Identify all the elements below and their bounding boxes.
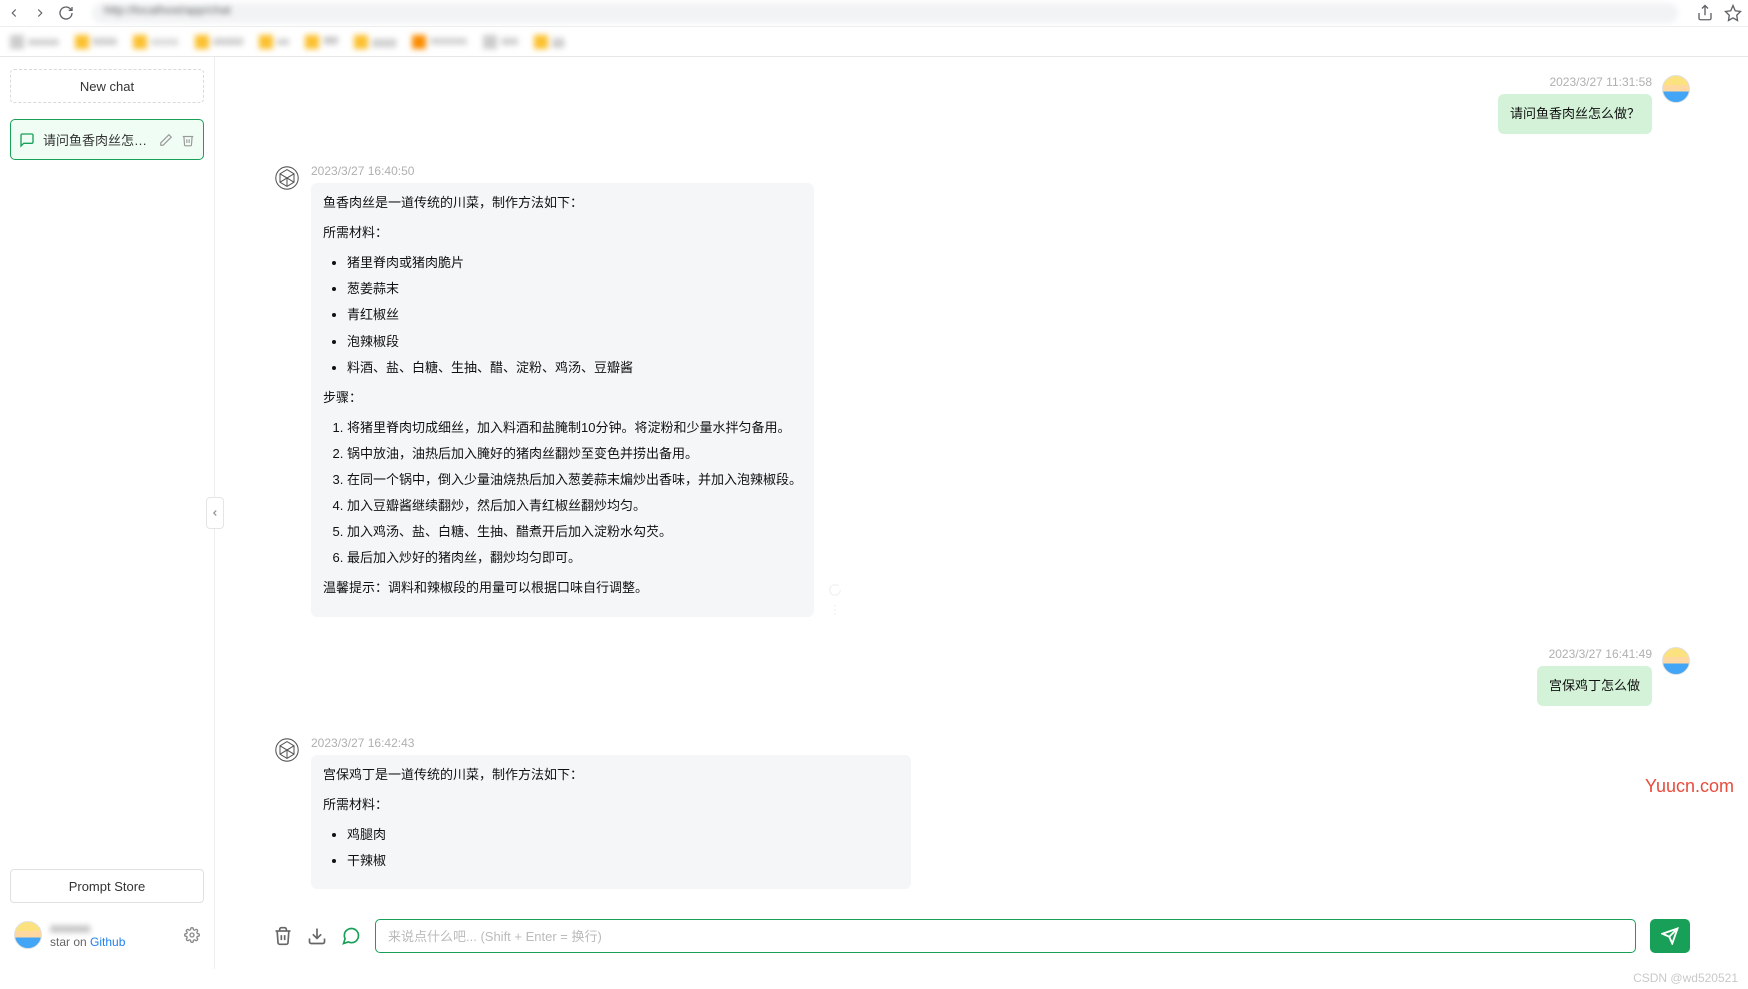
bookmark-item[interactable]: ee xyxy=(255,32,293,52)
list-item: 将猪里脊肉切成细丝，加入料酒和盐腌制10分钟。将淀粉和少量水拌匀备用。 xyxy=(347,417,802,439)
footer xyxy=(0,969,1748,989)
list-item: 葱姜蒜末 xyxy=(347,278,802,300)
message-time: 2023/3/27 16:40:50 xyxy=(311,164,814,178)
materials-heading: 所需材料： xyxy=(323,794,899,816)
message-time: 2023/3/27 11:31:58 xyxy=(1549,75,1652,89)
chat-input[interactable] xyxy=(375,919,1636,953)
materials-list: 猪里脊肉或猪肉脆片 葱姜蒜末 青红椒丝 泡辣椒段 料酒、盐、白糖、生抽、醋、淀粉… xyxy=(323,252,802,378)
url-bar[interactable]: http://localhost/app/chat xyxy=(92,3,1678,23)
user-avatar xyxy=(1662,75,1690,103)
input-bar xyxy=(215,909,1748,969)
message-bubble: 宫保鸡丁怎么做 xyxy=(1537,666,1652,706)
list-item: 干辣椒 xyxy=(347,850,899,872)
message-icon xyxy=(19,132,35,148)
message-time: 2023/3/27 16:41:49 xyxy=(1549,647,1652,661)
bookmark-item[interactable]: bbbb xyxy=(71,32,121,52)
tip-text: 温馨提示：调料和辣椒段的用量可以根据口味自行调整。 xyxy=(323,577,802,599)
assistant-avatar xyxy=(273,164,301,192)
materials-heading: 所需材料： xyxy=(323,222,802,244)
list-item: 青红椒丝 xyxy=(347,304,802,326)
chat-list: 请问鱼香肉丝怎么... xyxy=(10,119,204,160)
bookmark-item[interactable]: iiiiiii xyxy=(479,32,522,52)
more-icon[interactable] xyxy=(828,603,842,617)
chat-main: 2023/3/27 11:31:58 请问鱼香肉丝怎么做？ 2023/3/27 … xyxy=(215,57,1748,969)
list-item: 锅中放油，油热后加入腌好的猪肉丝翻炒至变色并捞出备用。 xyxy=(347,443,802,465)
chat-list-item[interactable]: 请问鱼香肉丝怎么... xyxy=(10,119,204,160)
bookmark-item[interactable]: ddddd xyxy=(191,32,248,52)
bookmarks-bar: aaaaa bbbb ccccc ddddd ee fffff gggg hhh… xyxy=(0,27,1748,57)
message-bubble: 宫保鸡丁是一道传统的川菜，制作方法如下： 所需材料： 鸡腿肉 干辣椒 xyxy=(311,755,911,889)
list-item: 最后加入炒好的猪肉丝，翻炒均匀即可。 xyxy=(347,547,802,569)
bookmark-item[interactable]: hhhhhh xyxy=(408,32,471,52)
new-chat-button[interactable]: New chat xyxy=(10,69,204,103)
message-row: 2023/3/27 16:41:49 宫保鸡丁怎么做 xyxy=(273,647,1690,706)
back-button[interactable] xyxy=(6,5,22,21)
refresh-icon[interactable] xyxy=(828,583,842,597)
list-item: 加入鸡汤、盐、白糖、生抽、醋煮开后加入淀粉水勾芡。 xyxy=(347,521,802,543)
send-button[interactable] xyxy=(1650,919,1690,953)
github-link[interactable]: Github xyxy=(90,935,125,949)
list-item: 猪里脊肉或猪肉脆片 xyxy=(347,252,802,274)
sidebar: New chat 请问鱼香肉丝怎么... Prompt Store xyxy=(0,57,215,969)
bookmark-item[interactable]: fffff xyxy=(301,32,342,52)
message-row: 2023/3/27 11:31:58 请问鱼香肉丝怎么做？ xyxy=(273,75,1690,134)
user-row: aaaaaa star on Github xyxy=(10,913,204,957)
bookmark-item[interactable]: gggg xyxy=(350,32,400,52)
gear-icon[interactable] xyxy=(184,927,200,943)
message-bubble: 请问鱼香肉丝怎么做？ xyxy=(1498,94,1652,134)
intro-text: 宫保鸡丁是一道传统的川菜，制作方法如下： xyxy=(323,764,899,786)
edit-icon[interactable] xyxy=(159,133,173,147)
star-icon[interactable] xyxy=(1724,4,1742,22)
materials-list: 鸡腿肉 干辣椒 xyxy=(323,824,899,872)
message-actions xyxy=(828,583,842,617)
browser-nav-bar: http://localhost/app/chat xyxy=(0,0,1748,27)
steps-heading: 步骤： xyxy=(323,387,802,409)
list-item: 料酒、盐、白糖、生抽、醋、淀粉、鸡汤、豆瓣酱 xyxy=(347,357,802,379)
message-row: 2023/3/27 16:42:43 宫保鸡丁是一道传统的川菜，制作方法如下： … xyxy=(273,736,1690,889)
chat-item-title: 请问鱼香肉丝怎么... xyxy=(43,130,151,149)
list-item: 泡辣椒段 xyxy=(347,331,802,353)
assistant-avatar xyxy=(273,736,301,764)
bookmark-item[interactable]: aaaaa xyxy=(6,32,63,52)
message-row: 2023/3/27 16:40:50 鱼香肉丝是一道传统的川菜，制作方法如下： … xyxy=(273,164,1690,616)
context-icon[interactable] xyxy=(341,926,361,946)
user-avatar xyxy=(1662,647,1690,675)
list-item: 加入豆瓣酱继续翻炒，然后加入青红椒丝翻炒均匀。 xyxy=(347,495,802,517)
app: New chat 请问鱼香肉丝怎么... Prompt Store xyxy=(0,57,1748,969)
prompt-store-button[interactable]: Prompt Store xyxy=(10,869,204,903)
reload-button[interactable] xyxy=(58,5,74,21)
bookmark-item[interactable]: jjjjj xyxy=(530,32,568,52)
message-bubble: 鱼香肉丝是一道传统的川菜，制作方法如下： 所需材料： 猪里脊肉或猪肉脆片 葱姜蒜… xyxy=(311,183,814,616)
user-avatar xyxy=(14,921,42,949)
forward-button[interactable] xyxy=(32,5,48,21)
list-item: 在同一个锅中，倒入少量油烧热后加入葱姜蒜末煸炒出香味，并加入泡辣椒段。 xyxy=(347,469,802,491)
intro-text: 鱼香肉丝是一道传统的川菜，制作方法如下： xyxy=(323,192,802,214)
sidebar-collapse-button[interactable] xyxy=(206,497,224,529)
trash-icon[interactable] xyxy=(181,133,195,147)
github-star-text: aaaaaa star on Github xyxy=(50,921,176,949)
message-time: 2023/3/27 16:42:43 xyxy=(311,736,911,750)
download-icon[interactable] xyxy=(307,926,327,946)
steps-list: 将猪里脊肉切成细丝，加入料酒和盐腌制10分钟。将淀粉和少量水拌匀备用。 锅中放油… xyxy=(323,417,802,570)
trash-icon[interactable] xyxy=(273,926,293,946)
list-item: 鸡腿肉 xyxy=(347,824,899,846)
bookmark-item[interactable]: ccccc xyxy=(129,32,183,52)
share-icon[interactable] xyxy=(1696,4,1714,22)
message-list: 2023/3/27 11:31:58 请问鱼香肉丝怎么做？ 2023/3/27 … xyxy=(215,57,1748,909)
